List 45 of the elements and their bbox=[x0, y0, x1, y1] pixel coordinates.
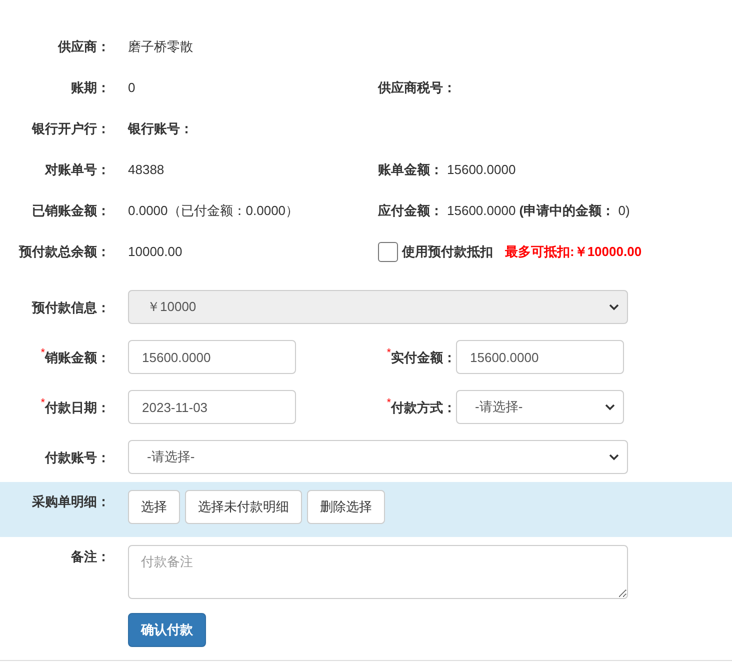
action-button[interactable]: 选择 bbox=[128, 490, 180, 524]
field-label: 付款账号： bbox=[45, 449, 110, 467]
input-field[interactable]: 2023-11-03 bbox=[128, 390, 296, 424]
field-value: 0 bbox=[128, 79, 136, 97]
required-mark: * bbox=[40, 348, 45, 359]
field-label: 银行账号： bbox=[128, 120, 193, 138]
field-label: 采购单明细： bbox=[32, 493, 110, 511]
field-label: 供应商： bbox=[58, 38, 110, 56]
action-button[interactable]: 删除选择 bbox=[307, 490, 385, 524]
field-label: 银行开户行： bbox=[32, 120, 110, 138]
required-mark: * bbox=[386, 398, 391, 409]
action-button[interactable]: 选择未付款明细 bbox=[185, 490, 302, 524]
chevron-down-icon bbox=[609, 304, 619, 310]
remark-field[interactable]: 付款备注 bbox=[128, 545, 628, 599]
field-value: 磨子桥零散 bbox=[128, 38, 193, 56]
required-mark: * bbox=[40, 398, 45, 409]
field-label: 对账单号： bbox=[45, 161, 110, 179]
field-value: 10000.00 bbox=[128, 243, 182, 261]
field-label: 付款方式： bbox=[391, 400, 456, 417]
field-label: 账期： bbox=[71, 79, 110, 97]
input-field[interactable]: 15600.0000 bbox=[128, 340, 296, 374]
confirm-payment-button[interactable]: 确认付款 bbox=[128, 613, 206, 647]
field-value: 15600.0000 (申请中的金额： 0) bbox=[447, 202, 630, 220]
field-label: 备注： bbox=[71, 548, 110, 566]
chevron-down-icon bbox=[605, 404, 615, 410]
field-label: 已销账金额： bbox=[32, 202, 110, 220]
deduction-limit-text: 最多可抵扣:￥10000.00 bbox=[505, 243, 642, 262]
field-label: 应付金额： bbox=[378, 202, 443, 220]
field-value: 48388 bbox=[128, 161, 164, 179]
checkbox[interactable] bbox=[378, 242, 398, 262]
field-label: 实付金额： bbox=[391, 349, 456, 367]
field-label: 供应商税号： bbox=[378, 79, 456, 97]
field-label: 销账金额： bbox=[45, 350, 110, 367]
required-mark: * bbox=[386, 348, 391, 359]
field-value: 15600.0000 bbox=[447, 161, 516, 179]
field-label: 账单金额： bbox=[378, 161, 443, 179]
field-label: 使用预付款抵扣 bbox=[402, 243, 493, 262]
field-label: 预付款信息： bbox=[32, 299, 110, 317]
field-label: 预付款总余额： bbox=[19, 243, 110, 261]
select-field[interactable]: -请选择- bbox=[456, 390, 624, 424]
field-label: 付款日期： bbox=[45, 400, 110, 417]
chevron-down-icon bbox=[609, 454, 619, 460]
field-value: 0.0000（已付金额：0.0000） bbox=[128, 202, 299, 220]
input-field[interactable]: 15600.0000 bbox=[456, 340, 624, 374]
select-field[interactable]: -请选择- bbox=[128, 440, 628, 474]
